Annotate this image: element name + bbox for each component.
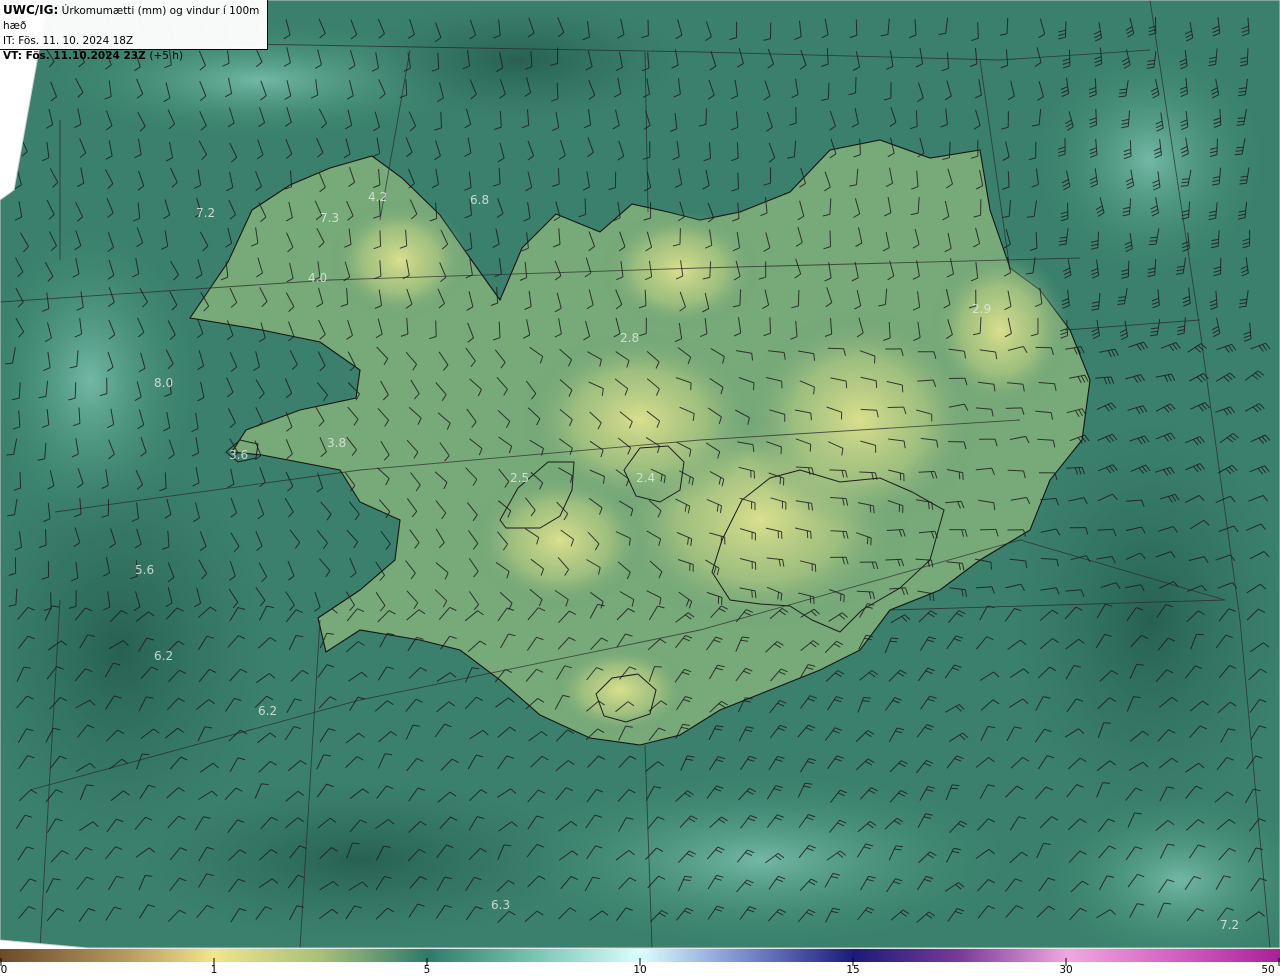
value-label-snaefells-3-6: 3.6	[229, 448, 248, 462]
valid-offset: (+5 h)	[149, 50, 184, 62]
value-label-central-2-5: 2.5	[510, 471, 529, 485]
colorbar-label-5: 5	[423, 964, 431, 976]
value-label-westfjords-7-3: 7.3	[320, 211, 339, 225]
value-label-sw-5-6: 5.6	[135, 563, 154, 577]
value-label-east-2-9: 2.9	[972, 302, 991, 316]
valid-time-row: VT: Fös. 11.10.2024 23Z (+5 h)	[3, 49, 263, 64]
model-prefix: UWC/IG:	[3, 3, 59, 17]
colorbar-label-30: 30	[1059, 964, 1073, 976]
highland-glow	[600, 210, 760, 330]
forecast-map-view: 4.2 6.8 7.2 7.3 4.0 2.8 2.9 8.0 3.6 3.8 …	[0, 0, 1280, 978]
colorbar-label-0: 0	[0, 964, 8, 976]
value-label-north-4-2: 4.2	[368, 190, 387, 204]
map-title: UWC/IG: Úrkomumætti (mm) og vindur í 100…	[3, 3, 263, 34]
colorbar-label-15: 15	[846, 964, 860, 976]
highland-glow	[470, 470, 650, 610]
value-label-west-7-2: 7.2	[196, 206, 215, 220]
colorbar-label-50: 50	[1261, 964, 1275, 976]
valid-time: VT: Fös. 11.10.2024 23Z	[3, 50, 146, 62]
value-label-central-2-4: 2.4	[636, 471, 655, 485]
map-domain	[0, 0, 1280, 948]
value-label-westfjords-4-0: 4.0	[308, 271, 327, 285]
issue-time: IT: Fös. 11. 10. 2024 18Z	[3, 35, 134, 47]
forecast-info-box: UWC/IG: Úrkomumætti (mm) og vindur í 100…	[0, 0, 268, 62]
value-label-north-2-8: 2.8	[620, 331, 639, 345]
highland-glow	[550, 645, 690, 735]
value-label-se-7-2: 7.2	[1220, 918, 1239, 932]
colorbar-label-10: 10	[633, 964, 647, 976]
value-label-south-6-3: 6.3	[491, 898, 510, 912]
sea-dark-patch	[140, 780, 580, 940]
value-label-sw-6-2b: 6.2	[258, 704, 277, 718]
value-label-sw-6-2a: 6.2	[154, 649, 173, 663]
value-label-north-6-8: 6.8	[470, 193, 489, 207]
value-label-west-3-8: 3.8	[327, 436, 346, 450]
value-label-west-8-0: 8.0	[154, 376, 173, 390]
colorbar-label-1: 1	[210, 964, 218, 976]
precipitation-wind-map: 4.2 6.8 7.2 7.3 4.0 2.8 2.9 8.0 3.6 3.8 …	[0, 0, 1280, 978]
